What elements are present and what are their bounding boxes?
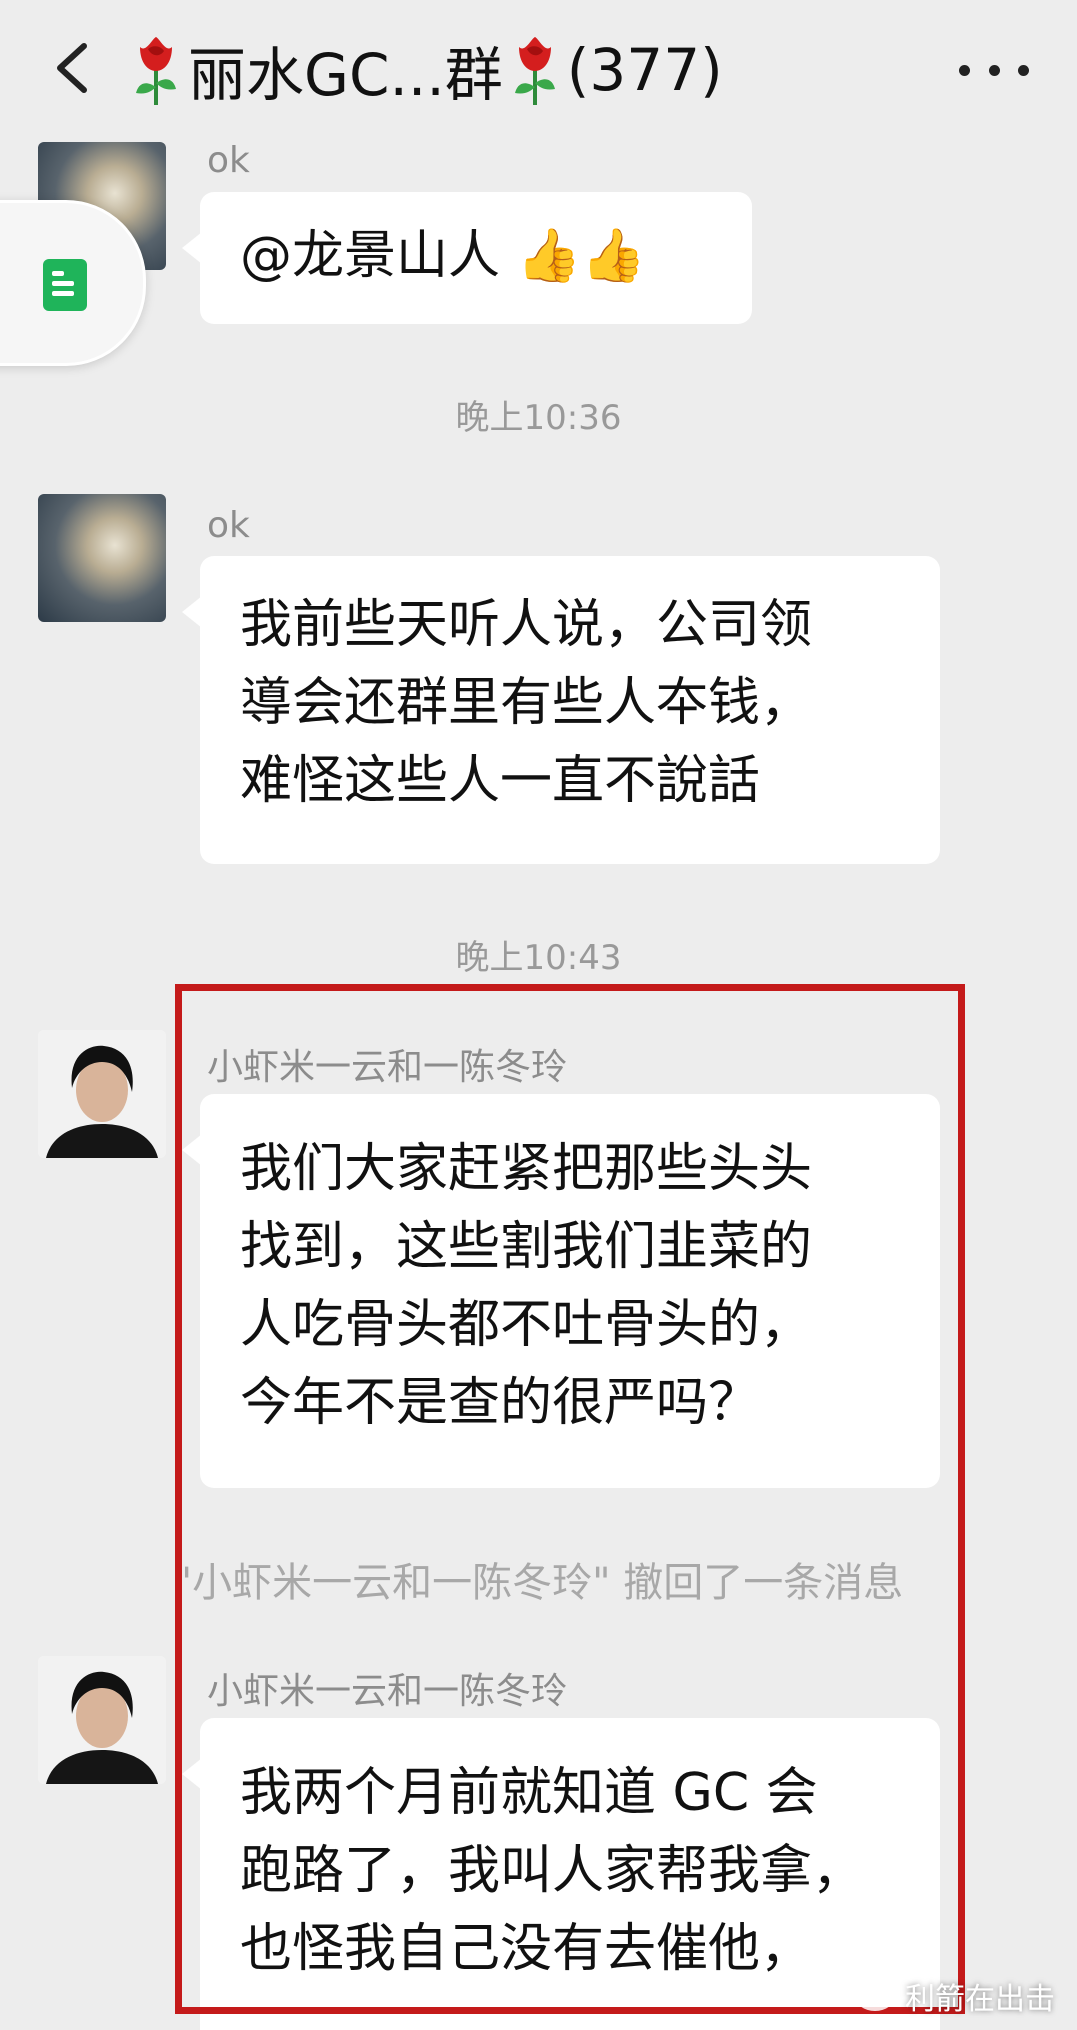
sender-name: ok bbox=[207, 140, 250, 181]
message-text-line: 今年不是查的很严吗？ bbox=[240, 1373, 761, 1433]
message-bubble[interactable]: 我前些天听人说，公司领 導会还群里有些人夲钱， 难怪这些人一直不說話 bbox=[182, 556, 940, 864]
sender-avatar[interactable] bbox=[38, 1030, 166, 1158]
back-chevron-icon[interactable] bbox=[44, 38, 104, 98]
message-text-line: 找到，这些割我们韭菜的 bbox=[240, 1217, 813, 1277]
message-bubble[interactable]: 我两个月前就知道 GC 会 跑路了，我叫人家帮我拿， 也怪我自己没有去催他， bbox=[182, 1718, 940, 2030]
rose-emoji-icon bbox=[514, 37, 555, 105]
message-bubble[interactable]: 我们大家赶紧把那些头头 找到，这些割我们韭菜的 人吃骨头都不吐骨头的， 今年不是… bbox=[182, 1094, 940, 1488]
message-text-line: 導会还群里有些人夲钱， bbox=[240, 673, 813, 733]
sender-avatar[interactable] bbox=[38, 1656, 166, 1784]
message-text-line: 难怪这些人一直不說話 bbox=[240, 751, 761, 811]
message-text-line: 也怪我自己没有去催他， bbox=[240, 1919, 813, 1979]
watermark-text: 利箭在出击 bbox=[905, 1982, 1055, 2017]
message-text-line: 我们大家赶紧把那些头头 bbox=[240, 1139, 813, 1199]
timestamp: 晚上10:36 bbox=[455, 398, 622, 438]
chat-title[interactable]: 丽水GC...群 (377) bbox=[130, 30, 723, 110]
chat-header: 丽水GC...群 (377) bbox=[0, 0, 1077, 140]
person-photo-icon bbox=[38, 1030, 166, 1158]
sender-name: ok bbox=[207, 505, 250, 546]
message-text-line: 我两个月前就知道 GC 会 bbox=[240, 1763, 818, 1823]
rose-emoji-icon bbox=[136, 37, 176, 105]
sender-avatar[interactable] bbox=[38, 494, 166, 622]
timestamp: 晚上10:43 bbox=[455, 938, 622, 978]
wechat-logo-icon bbox=[855, 1981, 895, 2011]
recall-notice: "小虾米一云和一陈冬玲" 撤回了一条消息 bbox=[173, 1560, 904, 1606]
person-photo-icon bbox=[38, 1656, 166, 1784]
member-count: (377) bbox=[566, 36, 723, 104]
watermark: 利箭在出击 bbox=[855, 1974, 1055, 2018]
message-text-line: @龙景山人 👍👍 bbox=[240, 226, 647, 286]
message-text-line: 跑路了，我叫人家帮我拿， bbox=[240, 1841, 865, 1901]
more-dots-icon[interactable] bbox=[959, 50, 1029, 90]
chat-title-text: 丽水GC...群 bbox=[188, 41, 503, 109]
floating-document-tab[interactable] bbox=[0, 200, 146, 366]
message-text-line: 人吃骨头都不吐骨头的， bbox=[240, 1295, 813, 1355]
message-bubble[interactable]: @龙景山人 👍👍 bbox=[182, 192, 752, 324]
sender-name: 小虾米一云和一陈冬玲 bbox=[207, 1047, 568, 1088]
document-icon bbox=[43, 259, 87, 311]
sender-name: 小虾米一云和一陈冬玲 bbox=[207, 1671, 568, 1712]
message-text-line: 我前些天听人说，公司领 bbox=[240, 595, 813, 655]
